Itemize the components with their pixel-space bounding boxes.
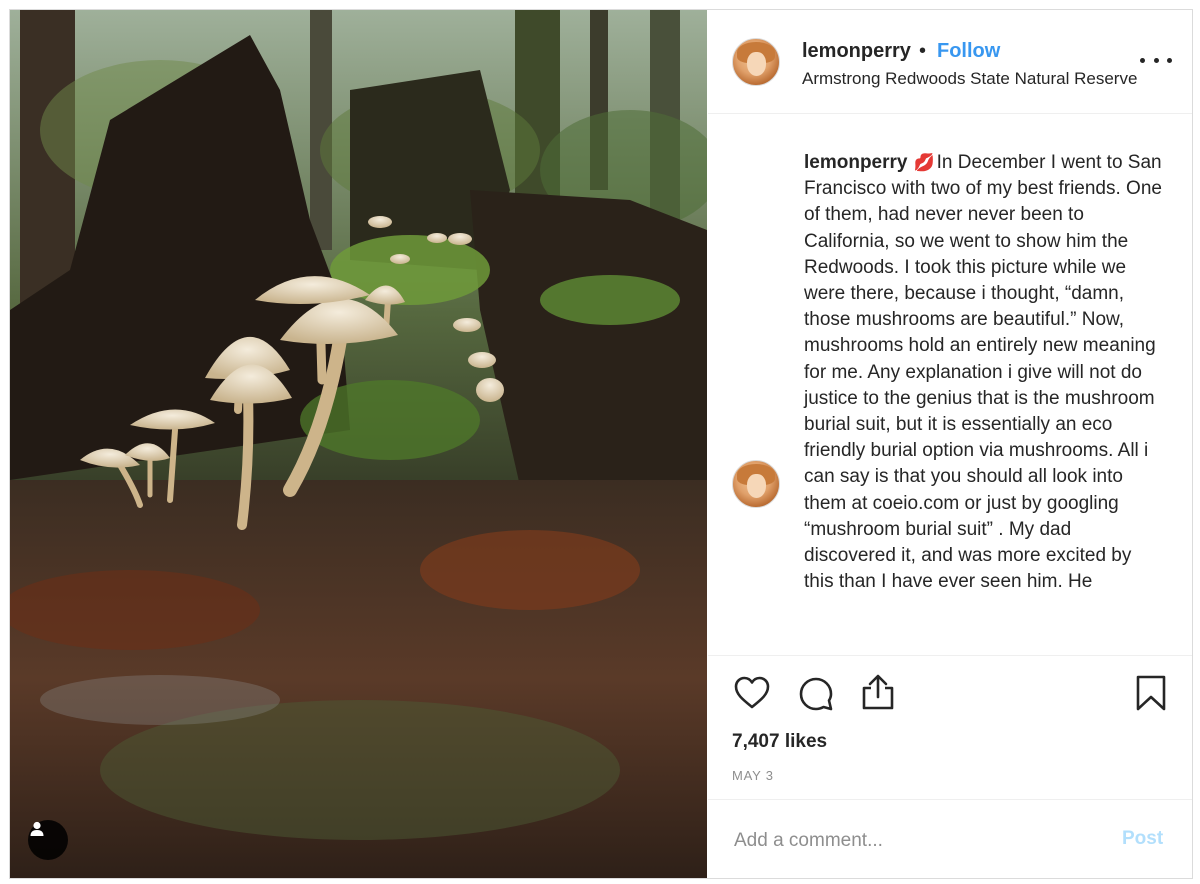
user-tag-icon: [30, 821, 44, 836]
kiss-emoji: 💋: [913, 153, 935, 172]
more-options-icon[interactable]: [1140, 48, 1172, 72]
avatar[interactable]: [732, 38, 780, 86]
caption-username[interactable]: lemonperry: [804, 152, 907, 173]
actions-area: 7,407 likes MAY 3: [708, 655, 1192, 799]
comments-area: lemonperry 💋 In December I went to San Fra…: [708, 114, 1192, 655]
heart-icon[interactable]: [734, 676, 770, 710]
username-link[interactable]: lemonperry: [802, 40, 911, 63]
separator-dot: •: [919, 40, 927, 62]
likes-count[interactable]: 7,407 likes: [732, 731, 827, 753]
comment-input[interactable]: [732, 824, 1086, 858]
post-comment-button[interactable]: Post: [1122, 828, 1163, 850]
post-photo[interactable]: [10, 10, 707, 878]
caption-text: In December I went to San Francisco with…: [804, 152, 1162, 593]
post-header: lemonperry • Follow Armstrong Redwoods S…: [708, 10, 1192, 114]
caption-avatar[interactable]: [732, 460, 780, 508]
tag-people-button[interactable]: [28, 820, 68, 860]
comment-bar: Post: [708, 799, 1192, 878]
post-side-panel: lemonperry • Follow Armstrong Redwoods S…: [708, 10, 1192, 878]
location-link[interactable]: Armstrong Redwoods State Natural Reserve: [802, 69, 1137, 89]
instagram-post: lemonperry • Follow Armstrong Redwoods S…: [9, 9, 1193, 879]
post-date[interactable]: MAY 3: [732, 768, 774, 783]
follow-button[interactable]: Follow: [937, 40, 1000, 63]
comment-icon[interactable]: [798, 676, 834, 712]
share-icon[interactable]: [860, 673, 896, 711]
mushroom-forest-image: [10, 10, 707, 878]
caption: lemonperry 💋 In December I went to San Fra…: [804, 150, 1164, 595]
bookmark-icon[interactable]: [1134, 674, 1168, 712]
